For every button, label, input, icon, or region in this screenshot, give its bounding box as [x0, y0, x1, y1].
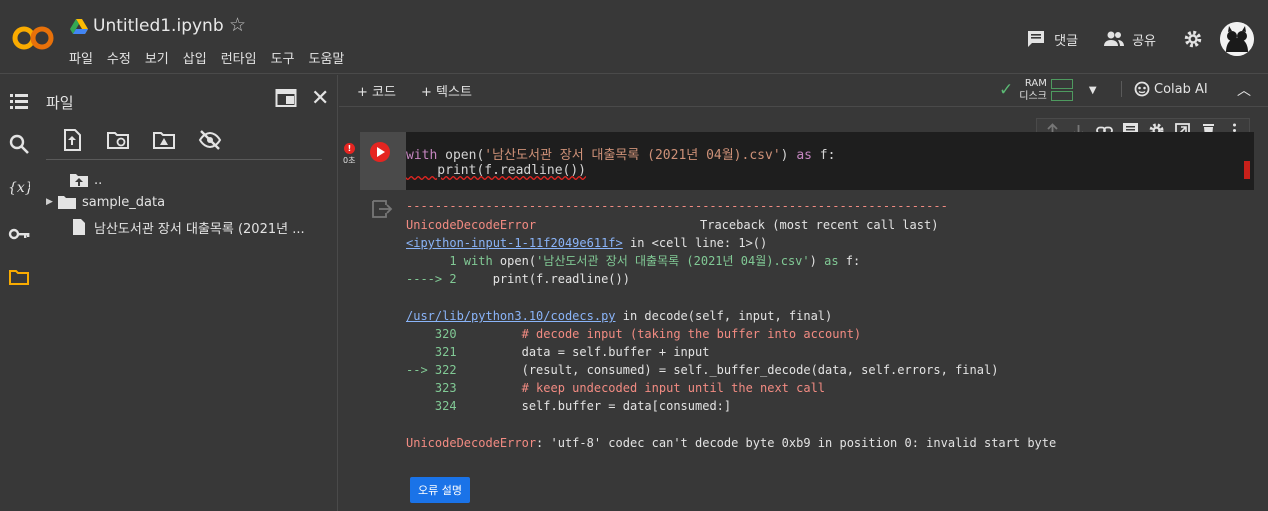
output-line: 321 data = self.buffer + input	[406, 345, 710, 359]
menu-runtime[interactable]: 런타임	[221, 48, 257, 67]
settings-gear-icon[interactable]	[1182, 28, 1204, 50]
key-icon[interactable]	[8, 223, 30, 245]
menu-edit[interactable]: 수정	[107, 48, 131, 67]
output-line: <ipython-input-1-11f2049e611f> in <cell …	[406, 236, 768, 250]
file-icon	[73, 219, 85, 235]
notebook-main: + 코드 + 텍스트 ✓ RAM 디스크 ▼ Colab AI ︿ ! 0초 w…	[339, 75, 1268, 511]
table-of-contents-icon[interactable]	[8, 90, 30, 112]
output-line: UnicodeDecodeError Traceback (most recent…	[406, 218, 939, 232]
traceback-link[interactable]: /usr/lib/python3.10/codecs.py	[406, 309, 616, 323]
expand-caret-icon[interactable]: ▶	[46, 197, 58, 207]
output-line: ----------------------------------------…	[406, 199, 948, 213]
output-line: --> 322 (result, consumed) = self._buffe…	[406, 363, 999, 377]
folder-up-icon	[70, 174, 88, 187]
hide-files-icon[interactable]	[198, 128, 222, 152]
code-line: with open('남산도서관 장서 대출목록 (2021년 04월).csv…	[406, 148, 836, 163]
tree-item-label: sample_data	[82, 194, 166, 210]
open-in-tab-icon[interactable]	[275, 88, 297, 108]
menu-insert[interactable]: 삽입	[183, 48, 207, 67]
connected-check-icon: ✓	[999, 80, 1014, 100]
resources-indicator[interactable]: ✓ RAM 디스크 ▼	[999, 77, 1097, 103]
mount-drive-icon[interactable]	[152, 128, 176, 152]
add-text-button[interactable]: + 텍스트	[421, 81, 472, 100]
colab-ai-label: Colab AI	[1154, 81, 1208, 97]
chevron-up-icon[interactable]: ︿	[1237, 80, 1251, 100]
tree-item-sample-data[interactable]: ▶ sample_data	[46, 191, 165, 213]
left-rail: {x}	[0, 75, 38, 511]
share-button[interactable]: 공유	[1104, 29, 1156, 49]
files-sidebar: 파일 ✕ .. ▶ sample_data 남산도서관 장서 대출목록 (202…	[38, 75, 338, 511]
colab-logo[interactable]	[12, 24, 54, 52]
explain-error-button[interactable]: 오류 설명	[410, 477, 470, 503]
ram-bar	[1050, 79, 1073, 89]
comments-button[interactable]: 댓글	[1026, 29, 1078, 49]
tree-item-parent[interactable]: ..	[58, 169, 102, 191]
comments-label: 댓글	[1054, 33, 1079, 49]
tree-item-label: ..	[94, 172, 103, 188]
disk-bar	[1050, 91, 1073, 101]
menu-file[interactable]: 파일	[69, 48, 93, 67]
header-actions: 댓글 공유	[1026, 22, 1254, 56]
menu-help[interactable]: 도움말	[309, 48, 345, 67]
code-editor[interactable]: with open('남산도서관 장서 대출목록 (2021년 04월).csv…	[406, 132, 1254, 190]
ram-label: RAM	[1024, 78, 1047, 89]
user-avatar[interactable]	[1220, 22, 1254, 56]
variables-icon[interactable]: {x}	[8, 176, 30, 198]
run-gutter	[360, 132, 406, 190]
tree-item-label: 남산도서관 장서 대출목록 (2021년 ...	[94, 221, 305, 237]
colab-ai-button[interactable]: Colab AI	[1121, 81, 1208, 97]
output-line: ----> 2 print(f.readline())	[406, 272, 630, 286]
star-icon[interactable]: ☆	[229, 14, 246, 36]
refresh-folder-icon[interactable]	[106, 128, 130, 152]
output-line: 320 # decode input (taking the buffer in…	[406, 327, 862, 341]
output-line: 1 with open('남산도서관 장서 대출목록 (2021년 04월).c…	[406, 254, 861, 268]
colab-ai-icon	[1134, 81, 1150, 97]
output-line: UnicodeDecodeError: 'utf-8' codec can't …	[406, 436, 1057, 450]
folder-icon[interactable]	[8, 266, 30, 288]
sidebar-divider	[46, 159, 322, 160]
menu-view[interactable]: 보기	[145, 48, 169, 67]
run-cell-button[interactable]	[370, 142, 390, 162]
search-icon[interactable]	[8, 133, 30, 155]
top-bar: Untitled1.ipynb ☆ 파일 수정 보기 삽입 런타임 도구 도움말…	[0, 0, 1268, 74]
upload-icon[interactable]	[60, 128, 84, 152]
sidebar-title: 파일	[46, 94, 74, 112]
output-line: 324 self.buffer = data[consumed:]	[406, 399, 732, 413]
chevron-down-icon[interactable]: ▼	[1089, 85, 1097, 96]
folder-icon	[58, 196, 76, 209]
notebook-toolbar: + 코드 + 텍스트 ✓ RAM 디스크 ▼ Colab AI ︿	[339, 75, 1268, 107]
notebook-title[interactable]: Untitled1.ipynb	[93, 16, 224, 36]
menu-tools[interactable]: 도구	[271, 48, 295, 67]
output-icon[interactable]	[371, 199, 393, 219]
execution-time: 0초	[343, 156, 356, 165]
people-icon	[1104, 31, 1125, 46]
comment-icon	[1028, 31, 1045, 47]
svg-text:{x}: {x}	[8, 180, 30, 196]
close-icon[interactable]: ✕	[311, 86, 329, 111]
file-toolbar	[60, 128, 222, 152]
google-drive-icon[interactable]	[70, 19, 88, 35]
disk-label: 디스크	[1019, 91, 1047, 102]
output-line: 323 # keep undecoded input until the nex…	[406, 381, 826, 395]
cell-output: ----------------------------------------…	[406, 197, 1254, 511]
resource-bars	[1050, 77, 1073, 103]
code-line: print(f.readline())	[406, 163, 587, 178]
add-code-button[interactable]: + 코드	[357, 81, 396, 100]
output-line: /usr/lib/python3.10/codecs.py in decode(…	[406, 309, 833, 323]
share-label: 공유	[1132, 33, 1156, 49]
error-status-icon: !	[344, 143, 355, 154]
menu-bar: 파일 수정 보기 삽입 런타임 도구 도움말	[69, 48, 344, 67]
traceback-link[interactable]: <ipython-input-1-11f2049e611f>	[406, 236, 623, 250]
error-marker	[1244, 161, 1250, 179]
tree-item-csv-file[interactable]: 남산도서관 장서 대출목록 (2021년 ...	[58, 216, 305, 238]
